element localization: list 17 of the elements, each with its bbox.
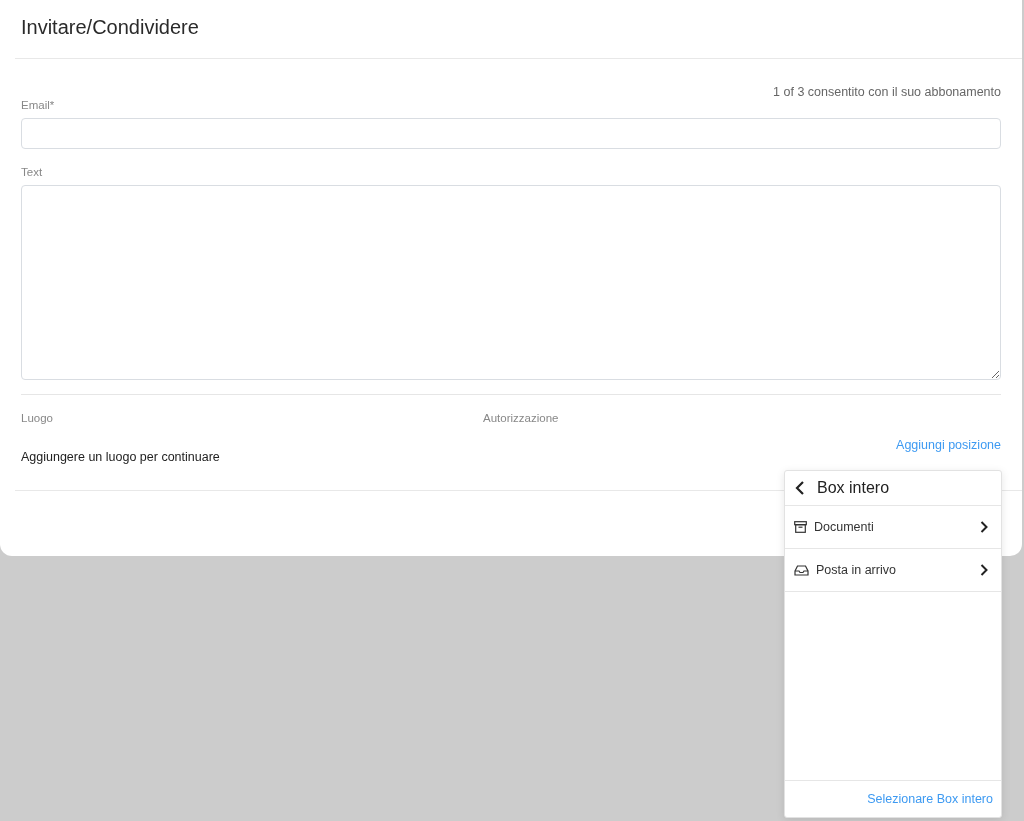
quota-text: 1 of 3 consentito con il suo abbonamento xyxy=(772,85,1001,99)
email-field[interactable] xyxy=(21,118,1001,149)
inbox-tray-icon xyxy=(794,564,809,576)
empty-message: Aggiungere un luogo per continuare xyxy=(21,450,221,464)
back-chevron-icon[interactable] xyxy=(795,481,805,495)
text-area[interactable] xyxy=(21,185,1001,380)
field-label: Email* xyxy=(21,99,56,111)
chevron-right-icon xyxy=(980,521,988,533)
column-header: Autorizzazione xyxy=(483,412,559,424)
field-label: Text xyxy=(21,166,44,178)
folder-list-item[interactable]: Posta in arrivo xyxy=(785,549,1001,592)
archive-box-icon xyxy=(794,521,807,533)
dialog-title: Invitare/Condividere xyxy=(15,0,1022,59)
folder-list-item[interactable]: Documenti xyxy=(785,506,1001,549)
chevron-right-icon xyxy=(980,564,988,576)
column-header: Luogo xyxy=(21,412,54,424)
picker-title: Box intero xyxy=(817,479,890,497)
